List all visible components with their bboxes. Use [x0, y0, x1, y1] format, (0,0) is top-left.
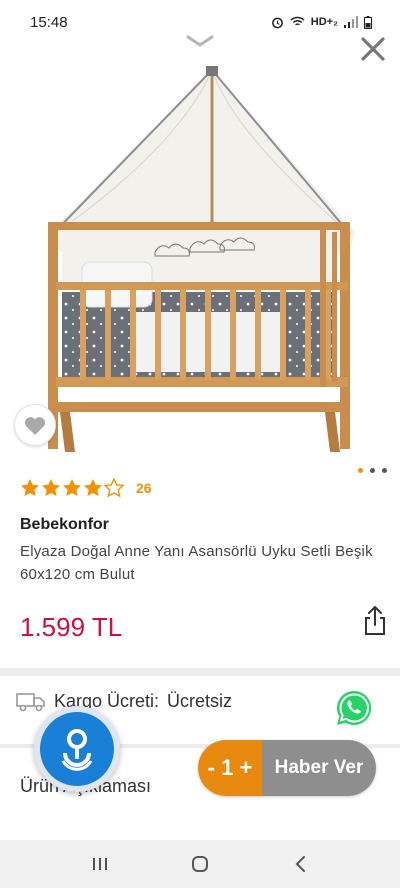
- shipping-info: Kargo Ücreti: Ücretsiz: [16, 690, 232, 712]
- gallery-dot[interactable]: [370, 468, 375, 473]
- recents-icon: [93, 858, 107, 870]
- star-filled-icon: [42, 479, 60, 496]
- star-filled-icon: [84, 479, 102, 496]
- home-button[interactable]: [188, 852, 212, 876]
- section-divider: [0, 668, 400, 676]
- shipping-value: Ücretsiz: [167, 690, 233, 711]
- quantity-notify-control: - 1 + Haber Ver: [198, 740, 376, 796]
- close-button[interactable]: [358, 34, 388, 64]
- battery-icon: [364, 15, 372, 29]
- rating-count[interactable]: 26: [136, 480, 152, 496]
- signal-icon: [344, 16, 358, 28]
- star-filled-icon: [63, 479, 81, 496]
- baby-crib-image: [48, 66, 355, 452]
- alarm-icon: [271, 17, 283, 28]
- gallery-dot-active[interactable]: [358, 468, 363, 473]
- status-icons: HD+₂: [271, 15, 372, 29]
- system-nav-bar: [0, 840, 400, 888]
- assistant-logo-icon: [61, 729, 93, 771]
- gallery-indicator: [358, 468, 387, 473]
- rating-stars: [20, 478, 124, 498]
- truck-icon: [16, 693, 45, 712]
- star-empty-icon: [104, 478, 124, 498]
- chevron-down-icon[interactable]: [186, 34, 214, 48]
- star-filled-icon: [21, 479, 39, 496]
- notify-button[interactable]: Haber Ver: [262, 740, 376, 796]
- product-title: Elyaza Doğal Anne Yanı Asansörlü Uyku Se…: [20, 543, 373, 583]
- quantity-stepper[interactable]: - 1 +: [198, 740, 262, 796]
- back-icon: [295, 856, 305, 872]
- assistant-icon-wrapper: [40, 712, 114, 786]
- recents-button[interactable]: [88, 852, 112, 876]
- status-time: 15:48: [30, 13, 68, 31]
- share-button[interactable]: [362, 604, 388, 636]
- product-rating[interactable]: 26: [20, 478, 152, 498]
- favorite-button[interactable]: [14, 404, 56, 446]
- heart-icon: [24, 417, 46, 435]
- gallery-dot[interactable]: [382, 468, 387, 473]
- home-icon: [192, 856, 208, 872]
- back-button[interactable]: [288, 852, 312, 876]
- wifi-icon: [290, 16, 305, 26]
- assistant-button[interactable]: [34, 706, 120, 792]
- product-brand[interactable]: Bebekonfor: [20, 516, 109, 534]
- product-price: 1.599 TL: [20, 612, 123, 642]
- whatsapp-button[interactable]: [334, 688, 374, 728]
- network-label: HD+₂: [310, 16, 338, 28]
